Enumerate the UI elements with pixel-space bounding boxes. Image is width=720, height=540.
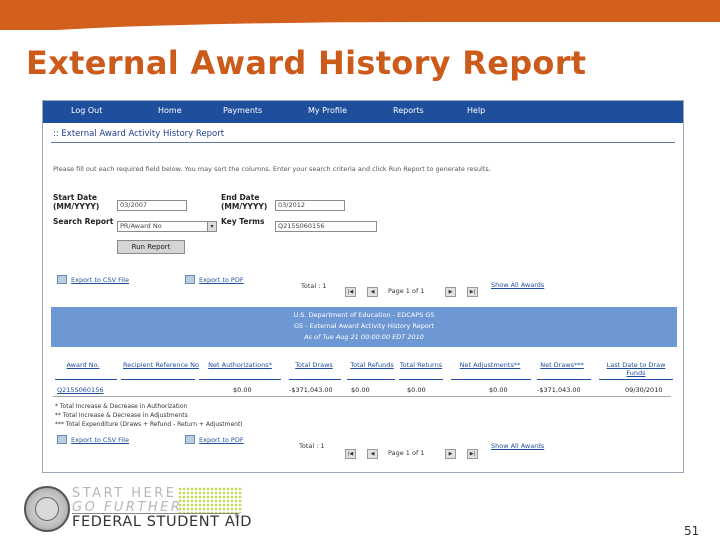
total-count-top: Total : 1 <box>301 282 327 290</box>
banner-title: U.S. Department of Education - EDCAPS G5 <box>293 311 435 319</box>
banner-subtitle: G5 - External Award Activity History Rep… <box>293 322 435 330</box>
run-report-button[interactable]: Run Report <box>117 240 185 254</box>
search-report-select[interactable]: PR/Award No ▾ <box>117 221 217 232</box>
department-seal-logo <box>24 486 70 532</box>
csv-file-icon[interactable] <box>57 435 67 444</box>
top-nav: Log Out Home Payments My Profile Reports… <box>43 101 683 123</box>
footnote-3: *** Total Expenditure (Draws + Refund - … <box>55 421 243 428</box>
nav-my-profile[interactable]: My Profile <box>308 106 347 115</box>
col-last-date[interactable]: Last Date to Draw Funds <box>599 361 673 377</box>
footnote-2: ** Total Increase & Decrease in Adjustme… <box>55 412 188 419</box>
export-csv-link-bottom[interactable]: Export to CSV File <box>71 436 129 444</box>
export-pdf-link-top[interactable]: Export to PDF <box>199 276 244 284</box>
header-rule <box>289 379 341 380</box>
nav-home[interactable]: Home <box>158 106 182 115</box>
nav-reports[interactable]: Reports <box>393 106 424 115</box>
nav-help[interactable]: Help <box>467 106 485 115</box>
export-pdf-link-bottom[interactable]: Export to PDF <box>199 436 244 444</box>
cell-total-refunds: $0.00 <box>351 386 370 394</box>
key-terms-input[interactable]: Q215S060156 <box>275 221 377 232</box>
total-count-bottom: Total : 1 <box>299 442 325 450</box>
report-instructions: Please fill out each required field belo… <box>53 165 491 173</box>
col-recipient-ref[interactable]: Recipient Reference No <box>121 361 201 369</box>
start-date-label: Start Date (MM/YYYY) <box>53 193 100 211</box>
col-net-adjustments[interactable]: Net Adjustments** <box>451 361 529 369</box>
seal-center <box>35 497 59 521</box>
next-page-icon[interactable]: ▶ <box>445 287 456 297</box>
logo-start-here: START HERE <box>72 486 177 501</box>
slide-page-number: 51 <box>684 524 700 538</box>
chevron-down-icon[interactable]: ▾ <box>207 222 216 231</box>
next-page-icon[interactable]: ▶ <box>445 449 456 459</box>
prev-page-icon[interactable]: ◀ <box>367 287 378 297</box>
col-award-no[interactable]: Award No. <box>55 361 111 369</box>
csv-file-icon[interactable] <box>57 275 67 284</box>
search-report-label: Search Report <box>53 217 114 226</box>
report-heading: :: External Award Activity History Repor… <box>53 129 225 139</box>
end-date-label: End Date (MM/YYYY) <box>221 193 268 211</box>
nav-logout[interactable]: Log Out <box>71 106 102 115</box>
logo-federal-student-aid: FEDERAL STUDENT AID <box>72 514 252 530</box>
cell-total-draws: -$371,043.00 <box>289 386 333 394</box>
page-info-bottom: Page 1 of 1 <box>388 449 425 457</box>
cell-net-draws: -$371,043.00 <box>537 386 581 394</box>
slide-title: External Award History Report <box>26 44 587 82</box>
heading-divider <box>51 142 675 143</box>
last-page-icon[interactable]: ▶| <box>467 449 478 459</box>
col-total-draws[interactable]: Total Draws <box>289 361 339 369</box>
pdf-file-icon[interactable] <box>185 435 195 444</box>
logo-dot-pattern <box>178 487 242 513</box>
cell-net-authorizations: $0.00 <box>233 386 252 394</box>
col-total-returns[interactable]: Total Returns <box>399 361 443 369</box>
report-screenshot: Log Out Home Payments My Profile Reports… <box>42 100 684 473</box>
col-total-refunds[interactable]: Total Refunds <box>349 361 395 369</box>
key-terms-label: Key Terms <box>221 217 265 226</box>
start-date-input[interactable]: 03/2007 <box>117 200 187 211</box>
pdf-file-icon[interactable] <box>185 275 195 284</box>
search-report-value: PR/Award No <box>120 222 162 230</box>
end-date-input[interactable]: 03/2012 <box>275 200 345 211</box>
header-rule <box>199 379 281 380</box>
report-banner: U.S. Department of Education - EDCAPS G5… <box>51 307 677 347</box>
cell-net-adjustments: $0.00 <box>489 386 508 394</box>
cell-last-date: 09/30/2010 <box>625 386 663 394</box>
row-divider <box>53 396 671 397</box>
banner-date: As of Tue Aug 21 00:00:00 EDT 2010 <box>304 333 424 341</box>
cell-total-returns: $0.00 <box>407 386 426 394</box>
page-info-top: Page 1 of 1 <box>388 287 425 295</box>
prev-page-icon[interactable]: ◀ <box>367 449 378 459</box>
header-rule <box>599 379 673 380</box>
header-rule <box>121 379 195 380</box>
header-rule <box>55 379 117 380</box>
header-rule <box>537 379 591 380</box>
footnote-1: * Total Increase & Decrease in Authoriza… <box>55 403 188 410</box>
first-page-icon[interactable]: |◀ <box>345 449 356 459</box>
export-csv-link-top[interactable]: Export to CSV File <box>71 276 129 284</box>
first-page-icon[interactable]: |◀ <box>345 287 356 297</box>
award-no-link[interactable]: Q215S060156 <box>57 386 103 394</box>
last-page-icon[interactable]: ▶| <box>467 287 478 297</box>
header-rule <box>451 379 531 380</box>
header-rule <box>399 379 443 380</box>
header-rule <box>347 379 395 380</box>
col-net-authorizations[interactable]: Net Authorizations* <box>199 361 281 369</box>
logo-registered-mark: ® <box>234 513 240 520</box>
show-all-awards-top[interactable]: Show All Awards <box>491 281 544 289</box>
show-all-awards-bottom[interactable]: Show All Awards <box>491 442 544 450</box>
nav-payments[interactable]: Payments <box>223 106 262 115</box>
slide: External Award History Report Log Out Ho… <box>0 0 720 540</box>
col-net-draws[interactable]: Net Draws*** <box>537 361 587 369</box>
